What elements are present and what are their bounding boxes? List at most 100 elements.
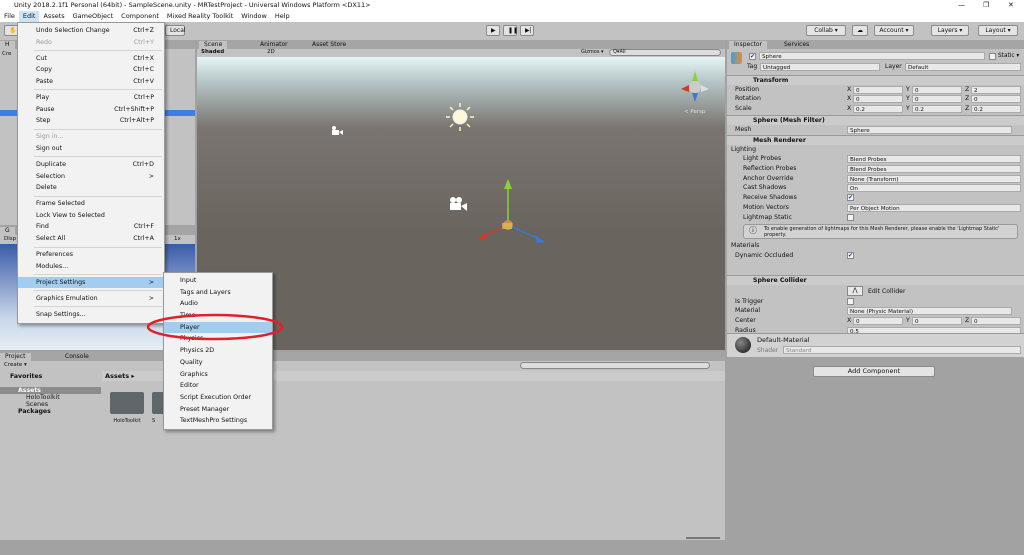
name-field[interactable]: Sphere (759, 52, 985, 60)
shading-mode-select[interactable]: Shaded (201, 49, 224, 55)
2d-toggle[interactable]: 2D (267, 49, 275, 55)
dynamic-occluded-checkbox[interactable]: ✔ (847, 251, 854, 259)
scene-view[interactable]: < Persp (197, 57, 725, 350)
menu-item-undo-selection-change[interactable]: Undo Selection Change Ctrl+Z (18, 25, 164, 37)
tab-console[interactable]: Console (60, 353, 94, 361)
favorites-item[interactable]: Favorites (0, 371, 101, 380)
active-checkbox[interactable]: ✔ (749, 53, 756, 60)
collider-material-field[interactable]: None (Physic Material) (847, 307, 1012, 316)
tag-select[interactable]: Untagged (760, 63, 880, 71)
submenu-item-script-execution-order[interactable]: Script Execution Order (164, 392, 272, 404)
pause-button[interactable]: ❚❚ (503, 25, 518, 36)
menu-item-graphics-emulation[interactable]: Graphics Emulation > (18, 293, 164, 305)
tree-item-scenes[interactable]: Scenes (0, 401, 101, 408)
layer-select[interactable]: Default (905, 63, 1021, 71)
menu-item-select-all[interactable]: Select All Ctrl+A (18, 233, 164, 245)
menu-item-copy[interactable]: Copy Ctrl+C (18, 64, 164, 76)
submenu-item-graphics[interactable]: Graphics (164, 369, 272, 381)
tab-services[interactable]: Services (779, 41, 814, 49)
submenu-item-preset-manager[interactable]: Preset Manager (164, 404, 272, 416)
project-create-button[interactable]: Create ▾ (4, 362, 27, 368)
tab-asset-store[interactable]: Asset Store (307, 41, 351, 49)
position-y-field[interactable]: 0 (912, 85, 962, 94)
local-toggle[interactable]: Local (165, 25, 186, 36)
menu-item-pause[interactable]: Pause Ctrl+Shift+P (18, 104, 164, 116)
submenu-item-physics-2d[interactable]: Physics 2D (164, 345, 272, 357)
position-z-field[interactable]: 2 (971, 85, 1021, 94)
cloud-icon[interactable]: ☁ (852, 25, 868, 36)
step-button[interactable]: ▶| (520, 25, 534, 36)
account-button[interactable]: Account ▾ (874, 25, 914, 36)
menu-item-play[interactable]: Play Ctrl+P (18, 92, 164, 104)
icon-size-slider[interactable] (686, 537, 720, 539)
add-component-button[interactable]: Add Component (813, 366, 935, 377)
menu-component[interactable]: Component (117, 11, 163, 22)
scale-x-field[interactable]: 0.2 (853, 105, 903, 114)
submenu-item-editor[interactable]: Editor (164, 380, 272, 392)
menu-file[interactable]: File (0, 11, 19, 22)
submenu-item-input[interactable]: Input (164, 275, 272, 287)
mesh-field[interactable]: Sphere (847, 125, 1012, 134)
is-trigger-checkbox[interactable] (847, 297, 854, 305)
maximize-button[interactable]: ❐ (983, 0, 989, 11)
scene-search-input[interactable]: Q▾All (609, 49, 721, 56)
menu-item-redo[interactable]: Redo Ctrl+Y (18, 37, 164, 49)
project-search-input[interactable] (520, 362, 710, 369)
collab-button[interactable]: Collab ▾ (806, 25, 846, 36)
reflection-probes-select[interactable]: Blend Probes (847, 165, 1021, 174)
edit-collider-button[interactable]: ⋀ (847, 285, 863, 296)
menu-item-selection[interactable]: Selection > (18, 171, 164, 183)
menu-item-sign-out[interactable]: Sign out (18, 143, 164, 155)
shader-select[interactable]: Standard (783, 346, 1021, 354)
menu-help[interactable]: Help (271, 11, 294, 22)
tab-scene[interactable]: Scene (199, 41, 228, 49)
anchor-override-select[interactable]: None (Transform) (847, 174, 1021, 183)
menu-item-frame-selected[interactable]: Frame Selected (18, 198, 164, 210)
tab-hierarchy[interactable]: H (0, 41, 15, 49)
submenu-item-tags-and-layers[interactable]: Tags and Layers (164, 287, 272, 299)
game-scale[interactable]: 1x (174, 236, 181, 242)
light-probes-select[interactable]: Blend Probes (847, 155, 1021, 164)
tab-project[interactable]: Project (0, 353, 31, 361)
gizmos-button[interactable]: Gizmos ▾ (581, 49, 604, 55)
menu-item-cut[interactable]: Cut Ctrl+X (18, 53, 164, 65)
menu-edit[interactable]: Edit (18, 11, 40, 22)
center-z-field[interactable]: 0 (971, 317, 1021, 326)
static-dropdown[interactable]: Static ▾ (998, 53, 1019, 59)
scale-z-field[interactable]: 0.2 (971, 105, 1021, 114)
layout-button[interactable]: Layout ▾ (978, 25, 1018, 36)
rotation-z-field[interactable]: 0 (971, 95, 1021, 104)
play-button[interactable]: ▶ (486, 25, 500, 36)
menu-window[interactable]: Window (237, 11, 271, 22)
rotation-x-field[interactable]: 0 (853, 95, 903, 104)
menu-item-modules[interactable]: Modules... (18, 261, 164, 273)
mesh-filter-header[interactable]: Sphere (Mesh Filter) (727, 115, 1024, 125)
menu-mixed-reality-toolkit[interactable]: Mixed Reality Toolkit (163, 11, 237, 22)
menu-item-project-settings[interactable]: Project Settings > (18, 276, 164, 289)
center-y-field[interactable]: 0 (912, 317, 962, 326)
packages-item[interactable]: Packages (0, 408, 101, 415)
menu-item-preferences[interactable]: Preferences (18, 249, 164, 261)
mesh-renderer-header[interactable]: Mesh Renderer (727, 135, 1024, 145)
submenu-item-textmeshpro-settings[interactable]: TextMeshPro Settings (164, 415, 272, 427)
menu-item-duplicate[interactable]: Duplicate Ctrl+D (18, 159, 164, 171)
menu-assets[interactable]: Assets (39, 11, 68, 22)
scale-y-field[interactable]: 0.2 (912, 105, 962, 114)
static-checkbox[interactable] (989, 53, 996, 60)
lighting-foldout[interactable]: Lighting (727, 145, 1024, 155)
hierarchy-create-button[interactable]: Cre (2, 51, 11, 57)
menu-item-step[interactable]: Step Ctrl+Alt+P (18, 115, 164, 127)
menu-item-lock-view-to-selected[interactable]: Lock View to Selected (18, 210, 164, 222)
materials-foldout[interactable]: Materials (727, 241, 1024, 251)
folder-holotoolkit[interactable]: HoloToolkit (110, 392, 144, 424)
rotation-y-field[interactable]: 0 (912, 95, 962, 104)
transform-header[interactable]: Transform (727, 75, 1024, 85)
layers-button[interactable]: Layers ▾ (931, 25, 969, 36)
close-button[interactable]: ✕ (1008, 0, 1014, 11)
cast-shadows-select[interactable]: On (847, 184, 1021, 193)
tree-item-holotoolkit[interactable]: HoloToolkit (0, 394, 101, 401)
motion-vectors-select[interactable]: Per Object Motion (847, 203, 1021, 212)
submenu-item-quality[interactable]: Quality (164, 357, 272, 369)
menu-gameobject[interactable]: GameObject (69, 11, 118, 22)
menu-item-find[interactable]: Find Ctrl+F (18, 221, 164, 233)
